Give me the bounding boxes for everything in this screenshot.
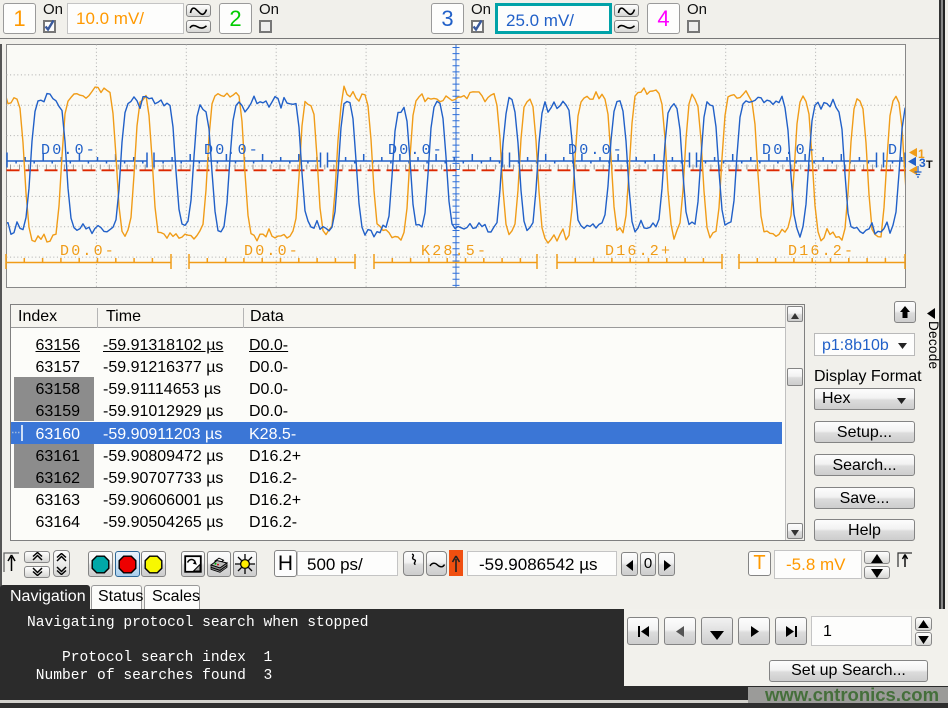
svg-text:D0.0-: D0.0- [41, 142, 97, 159]
svg-text:3: 3 [919, 156, 926, 170]
svg-text:D16.2+: D16.2+ [605, 243, 672, 260]
svg-text:D16.2-: D16.2- [788, 243, 855, 260]
svg-text:D0.0-: D0.0- [204, 142, 260, 159]
svg-text:D0.0-: D0.0- [568, 142, 624, 159]
svg-text:D0.0-: D0.0- [388, 142, 444, 159]
svg-text:D0.0-: D0.0- [244, 243, 300, 260]
svg-text:D0.0-: D0.0- [60, 243, 116, 260]
svg-text:K28.5-: K28.5- [421, 243, 488, 260]
svg-text:T: T [926, 159, 933, 171]
svg-text:D0.0-: D0.0- [762, 142, 818, 159]
svg-text:D: D [888, 142, 899, 159]
